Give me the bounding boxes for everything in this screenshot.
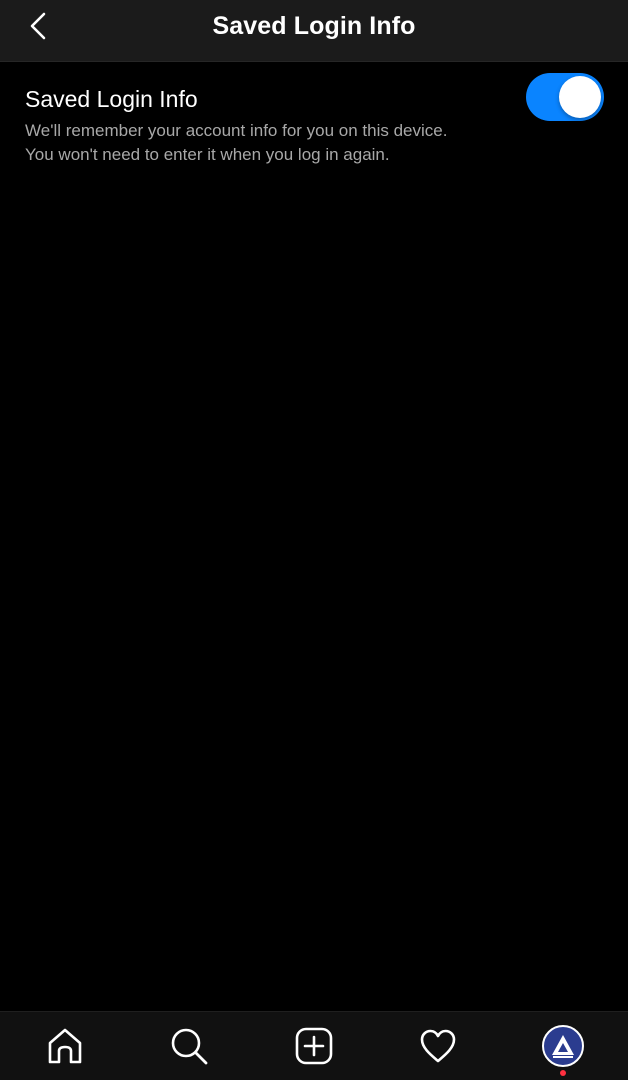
avatar-logo-icon bbox=[552, 1035, 574, 1058]
page-title: Saved Login Info bbox=[212, 12, 416, 40]
saved-login-toggle[interactable] bbox=[526, 73, 604, 121]
tab-home[interactable] bbox=[41, 1022, 89, 1070]
setting-description-line-1: We'll remember your account info for you… bbox=[25, 121, 448, 140]
setting-title: Saved Login Info bbox=[25, 86, 198, 112]
heart-icon bbox=[420, 1029, 456, 1063]
top-navigation-bar: Saved Login Info bbox=[0, 0, 628, 62]
tab-search[interactable] bbox=[165, 1022, 213, 1070]
tab-create[interactable] bbox=[290, 1022, 338, 1070]
notification-dot bbox=[560, 1070, 566, 1076]
setting-description: We'll remember your account info for you… bbox=[25, 119, 525, 167]
toggle-knob bbox=[559, 76, 601, 118]
tab-profile[interactable] bbox=[539, 1022, 587, 1076]
bottom-tab-bar bbox=[0, 1011, 628, 1080]
home-icon bbox=[48, 1028, 82, 1064]
setting-description-line-2: You won't need to enter it when you log … bbox=[25, 145, 390, 164]
tab-activity[interactable] bbox=[414, 1022, 462, 1070]
saved-login-setting-row: Saved Login Info We'll remember your acc… bbox=[0, 62, 628, 182]
create-post-icon bbox=[295, 1027, 333, 1065]
search-icon bbox=[171, 1028, 208, 1065]
profile-avatar bbox=[542, 1025, 584, 1067]
